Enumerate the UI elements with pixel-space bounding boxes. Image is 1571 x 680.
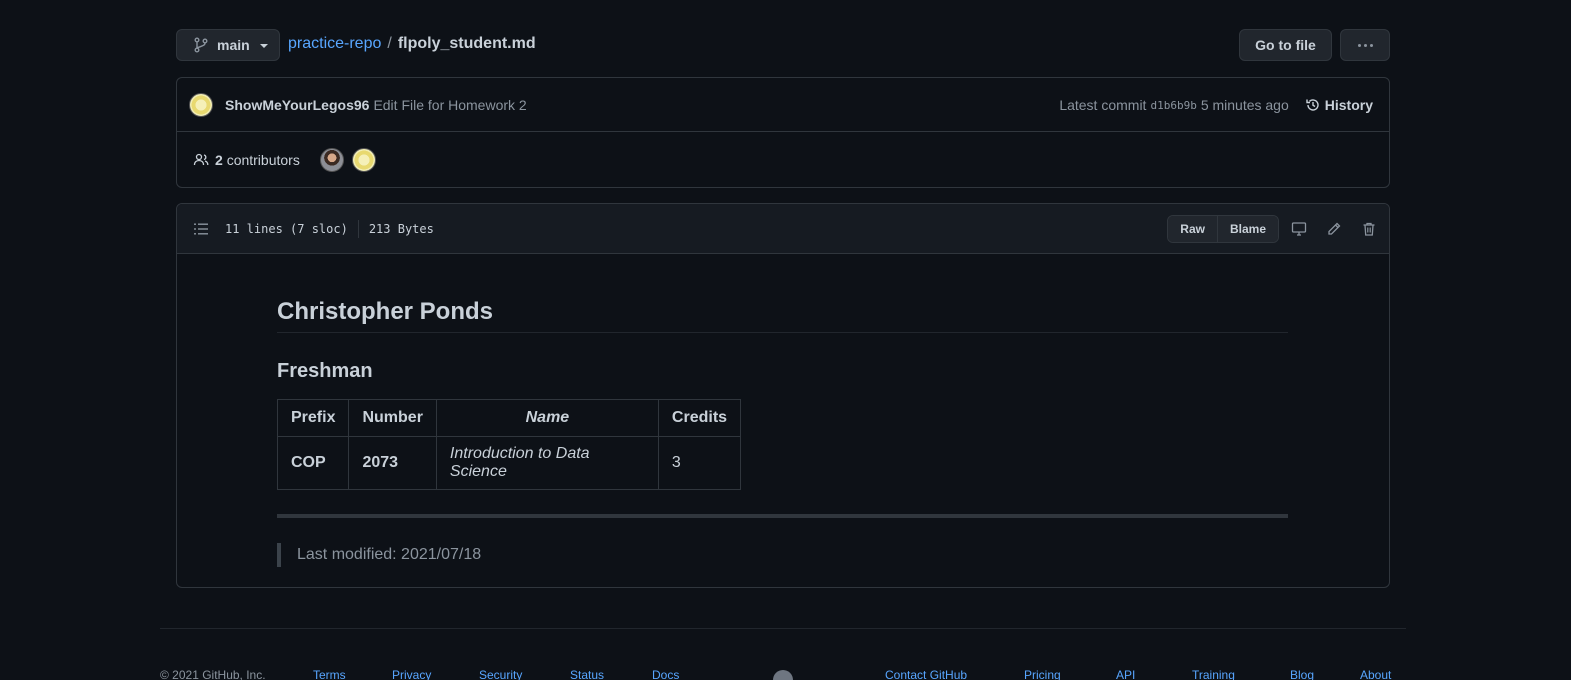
- more-options-button[interactable]: [1340, 29, 1390, 61]
- table-header-cell: Prefix: [276, 399, 350, 437]
- table-header-cell: Name: [435, 399, 659, 437]
- branch-select-button[interactable]: main: [176, 29, 280, 61]
- markdown-body: Christopher Ponds Freshman Prefix Number…: [276, 298, 1288, 567]
- github-logo-icon[interactable]: [773, 670, 793, 680]
- footer-link-api[interactable]: API: [1116, 668, 1135, 680]
- latest-commit-label: Latest commit: [1059, 97, 1147, 113]
- file-line-count: 11 lines (7 sloc): [225, 221, 348, 236]
- table-header-cell: Number: [348, 399, 437, 437]
- contributors-count: 2: [215, 151, 223, 168]
- file-info-divider: [357, 219, 359, 238]
- kebab-dot-icon: [1357, 43, 1361, 47]
- footer-link-privacy[interactable]: Privacy: [392, 668, 431, 680]
- contributors-link[interactable]: 2 contributors: [215, 152, 300, 168]
- breadcrumb-file-name: flpoly_student.md: [397, 35, 536, 52]
- markdown-heading-2: Freshman: [277, 360, 373, 382]
- footer: © 2021 GitHub, Inc. Terms Privacy Securi…: [160, 668, 1406, 680]
- footer-link-terms[interactable]: Terms: [313, 668, 346, 680]
- go-to-file-button[interactable]: Go to file: [1239, 29, 1332, 61]
- commit-row: ShowMeYourLegos96 Edit File for Homework…: [177, 78, 1389, 132]
- file-info: 11 lines (7 sloc) 213 Bytes: [225, 219, 434, 238]
- file-header: 11 lines (7 sloc) 213 Bytes Raw Blame: [177, 204, 1389, 254]
- markdown-table: Prefix Number Name Credits COP 2073 Intr…: [276, 399, 742, 490]
- people-icon: [193, 153, 209, 165]
- footer-link-docs[interactable]: Docs: [652, 668, 679, 680]
- blockquote: Last modified: 2021/07/18: [277, 543, 1288, 567]
- author-avatar[interactable]: [189, 92, 213, 117]
- commit-sha-link[interactable]: d1b6b9b: [1150, 99, 1196, 112]
- breadcrumb-separator: /: [387, 35, 392, 52]
- footer-copyright: © 2021 GitHub, Inc.: [160, 668, 266, 680]
- kebab-dot-icon: [1369, 43, 1373, 47]
- blame-button[interactable]: Blame: [1216, 216, 1278, 242]
- trash-icon[interactable]: [1361, 221, 1377, 237]
- chevron-down-icon: [259, 44, 268, 48]
- history-icon: [1306, 99, 1319, 111]
- footer-link-contact[interactable]: Contact GitHub: [885, 668, 967, 680]
- contributor-avatars: [319, 147, 376, 172]
- breadcrumb: practice-repo / flpoly_student.md: [288, 35, 536, 53]
- contributors-label: contributors: [226, 151, 300, 168]
- footer-link-security[interactable]: Security: [479, 668, 522, 680]
- contributor-avatar[interactable]: [351, 147, 376, 172]
- branch-name: main: [217, 37, 250, 53]
- table-cell: COP: [276, 436, 350, 490]
- file-size: 213 Bytes: [368, 221, 434, 236]
- history-link[interactable]: History: [1305, 97, 1373, 113]
- footer-link-pricing[interactable]: Pricing: [1024, 668, 1061, 680]
- commit-message-link[interactable]: Edit File for Homework 2: [373, 97, 526, 113]
- breadcrumb-repo-link[interactable]: practice-repo: [288, 35, 381, 53]
- footer-link-about[interactable]: About: [1360, 668, 1391, 680]
- commit-time: 5 minutes ago: [1200, 97, 1289, 113]
- table-cell: 2073: [348, 436, 437, 490]
- commit-author-link[interactable]: ShowMeYourLegos96: [225, 97, 369, 113]
- footer-link-status[interactable]: Status: [570, 668, 604, 680]
- latest-commit-box: ShowMeYourLegos96 Edit File for Homework…: [176, 77, 1390, 188]
- footer-link-training[interactable]: Training: [1192, 668, 1235, 680]
- kebab-dot-icon: [1363, 43, 1367, 47]
- horizontal-rule: [277, 514, 1288, 518]
- pencil-icon[interactable]: [1326, 221, 1342, 237]
- contributor-avatar[interactable]: [319, 147, 344, 172]
- raw-button[interactable]: Raw: [1168, 216, 1217, 242]
- git-branch-icon: [194, 37, 208, 53]
- commit-meta: Latest commit d1b6b9b 5 minutes ago Hist…: [1059, 78, 1373, 132]
- table-cell: 3: [657, 436, 742, 490]
- table-header-cell: Credits: [657, 399, 742, 437]
- file-navigation: main practice-repo / flpoly_student.md G…: [176, 29, 1390, 61]
- contributors-row: 2 contributors: [177, 132, 1389, 187]
- table-header-row: Prefix Number Name Credits: [276, 399, 742, 437]
- table-cell: Introduction to Data Science: [435, 436, 659, 490]
- markdown-heading-1: Christopher Ponds: [277, 298, 1288, 333]
- footer-link-blog[interactable]: Blog: [1290, 668, 1314, 680]
- file-viewer: 11 lines (7 sloc) 213 Bytes Raw Blame Ch…: [176, 203, 1390, 588]
- file-actions-group: Raw Blame: [1167, 215, 1279, 243]
- file-icon-actions: [1291, 204, 1377, 254]
- table-row: COP 2073 Introduction to Data Science 3: [276, 436, 742, 490]
- history-label: History: [1324, 97, 1373, 113]
- table-of-contents-icon[interactable]: [193, 221, 209, 237]
- desktop-icon[interactable]: [1291, 221, 1307, 237]
- footer-divider: [160, 628, 1406, 629]
